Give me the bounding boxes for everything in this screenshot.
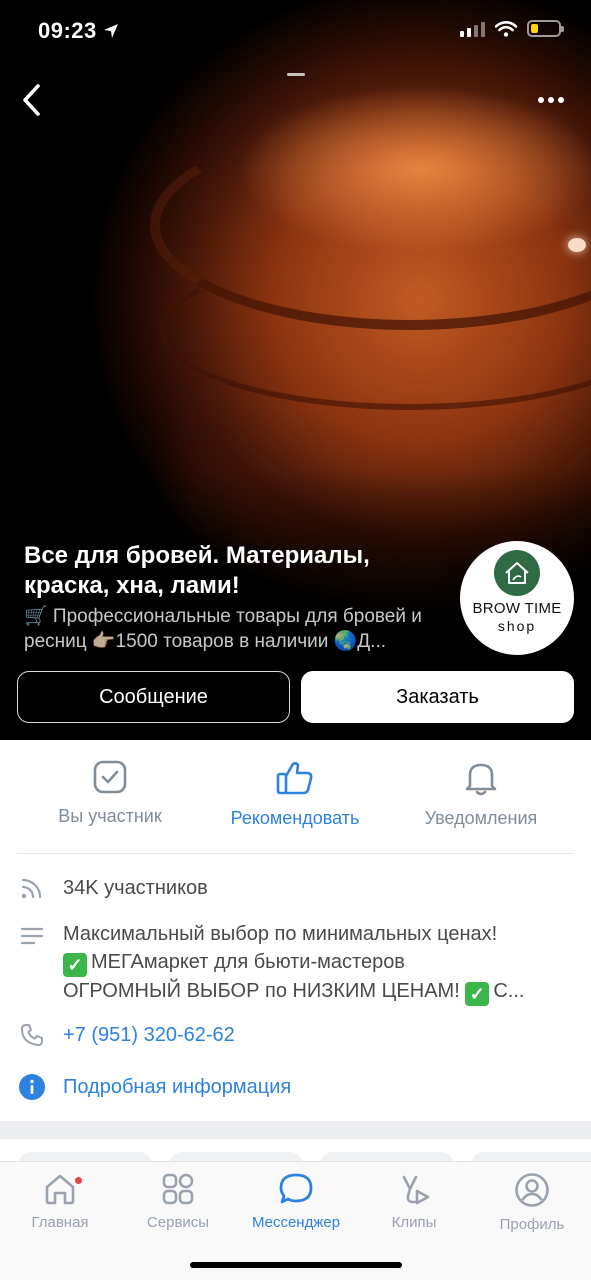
check-mark-icon: ✓ <box>63 953 87 977</box>
status-time: 09:23 <box>38 18 119 44</box>
tab-profile[interactable]: Профиль <box>473 1172 591 1233</box>
house-logo-icon <box>494 550 540 596</box>
check-mark-icon: ✓ <box>465 982 490 1006</box>
battery-icon <box>527 20 564 37</box>
description-line-3-tail: С... <box>493 980 525 1002</box>
profile-icon <box>515 1173 549 1207</box>
members-count: 34K участников <box>63 877 208 899</box>
description-line-2: МЕГАмаркет для бьюти-мастеров <box>91 951 405 973</box>
order-button[interactable]: Заказать <box>301 671 574 723</box>
notification-dot <box>74 1176 83 1185</box>
message-button[interactable]: Сообщение <box>17 671 290 723</box>
recommend-action[interactable]: Рекомендовать <box>200 760 390 829</box>
description-line-1: Максимальный выбор по минимальных ценах! <box>63 923 498 945</box>
avatar-sub-text: shop <box>497 618 537 634</box>
location-arrow-icon <box>103 24 118 38</box>
tab-home[interactable]: Главная <box>1 1172 119 1231</box>
clips-icon <box>402 1175 430 1205</box>
tab-chip[interactable] <box>18 1152 152 1161</box>
chat-bubble-icon <box>279 1173 313 1204</box>
tab-chip[interactable] <box>169 1152 303 1161</box>
tab-services-label: Сервисы <box>146 1214 210 1231</box>
home-indicator <box>190 1262 402 1268</box>
cover-page-indicator <box>287 73 305 76</box>
more-button[interactable] <box>533 86 569 114</box>
group-actions: Вы участник Рекомендовать Уведомления <box>0 760 591 840</box>
section-separator <box>0 1121 591 1139</box>
tab-chip[interactable] <box>471 1152 591 1161</box>
section-divider <box>17 853 574 854</box>
phone-number-link[interactable]: +7 (951) 320-62-62 <box>63 1021 568 1049</box>
tab-home-label: Главная <box>31 1214 89 1231</box>
description-text: Максимальный выбор по минимальных ценах!… <box>63 920 568 1006</box>
home-icon <box>45 1174 75 1205</box>
checkbox-icon <box>93 760 127 794</box>
description-line-3: ОГРОМНЫЙ ВЫБОР по НИЗКИМ ЦЕНАМ! <box>63 980 466 1002</box>
thumbs-up-icon <box>276 761 313 795</box>
group-title: Все для бровей. Материалы, краска, хна, … <box>24 542 370 599</box>
notifications-label: Уведомления <box>424 808 538 828</box>
member-label: Вы участник <box>58 806 162 826</box>
avatar-brand-text: BROW TIME <box>472 600 562 617</box>
tab-chip[interactable] <box>320 1152 454 1161</box>
tab-profile-label: Профиль <box>499 1216 565 1233</box>
member-action[interactable]: Вы участник <box>15 760 205 827</box>
rss-icon <box>18 874 46 902</box>
back-button[interactable] <box>12 80 52 120</box>
cellular-signal-icon <box>460 21 485 37</box>
status-indicators <box>460 20 564 37</box>
notifications-action[interactable]: Уведомления <box>386 760 576 829</box>
recommend-label: Рекомендовать <box>230 808 360 828</box>
wifi-icon <box>495 20 517 37</box>
group-avatar[interactable]: BROW TIME shop <box>460 541 574 655</box>
info-circle-icon <box>18 1073 46 1101</box>
tab-messenger[interactable]: Мессенджер <box>237 1172 355 1231</box>
chevron-left-icon <box>23 84 40 116</box>
tabs-strip <box>0 1139 591 1161</box>
tab-messenger-label: Мессенджер <box>251 1214 341 1231</box>
services-grid-icon <box>162 1173 194 1205</box>
group-status[interactable]: 🛒 Профессиональные товары для бровей и р… <box>24 604 448 654</box>
text-lines-icon <box>18 922 46 950</box>
tab-clips[interactable]: Клипы <box>355 1172 473 1231</box>
more-horizontal-icon <box>538 97 544 103</box>
group-cover: 09:23 Все для бровей. Материалы, краска,… <box>0 0 591 740</box>
bell-icon <box>465 763 497 796</box>
phone-icon <box>18 1021 46 1049</box>
tab-clips-label: Клипы <box>391 1214 437 1231</box>
details-link[interactable]: Подробная информация <box>63 1073 568 1101</box>
tab-services[interactable]: Сервисы <box>119 1172 237 1231</box>
